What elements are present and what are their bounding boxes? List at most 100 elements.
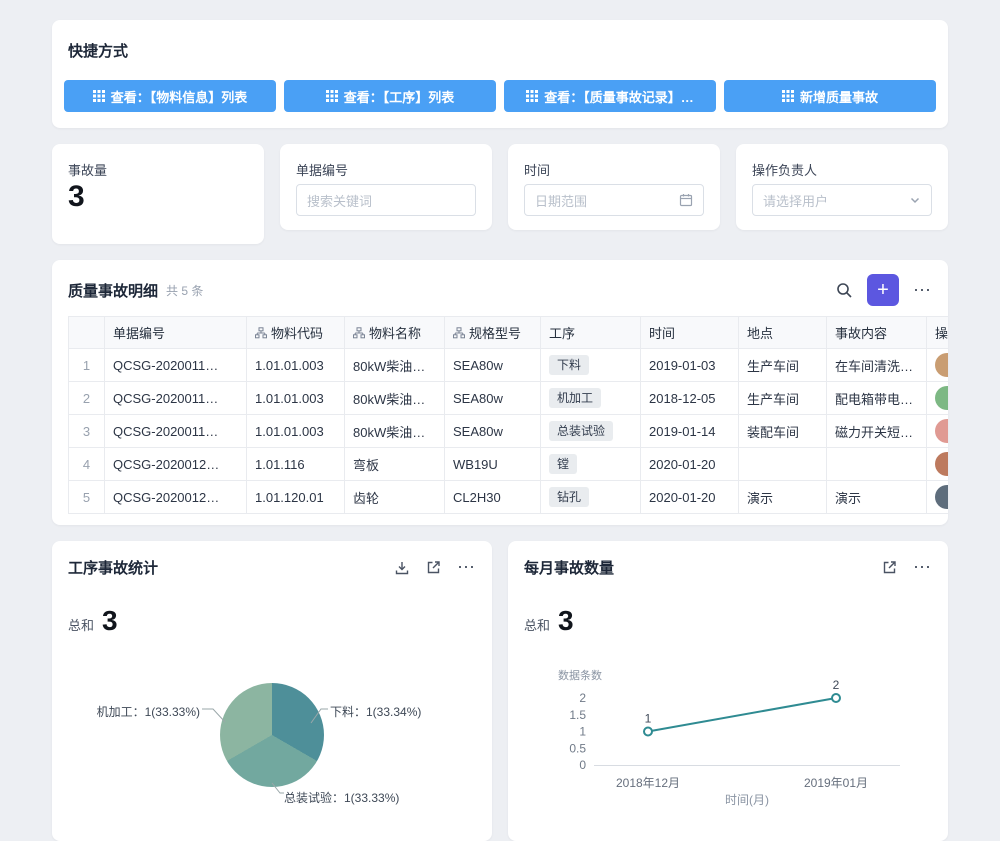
process-tag: 镗	[549, 454, 577, 474]
doc-no-placeholder: 搜索关键词	[307, 191, 465, 210]
doc-no-search-input[interactable]: 搜索关键词	[296, 184, 476, 216]
cell-index: 3	[69, 415, 105, 448]
process-stats-card: 工序事故统计 ⋯ 总和 3 机加工：1(33.33%) 下料：1(33.34%)…	[52, 541, 492, 841]
doc-no-label: 单据编号	[296, 160, 348, 179]
svg-text:2: 2	[833, 678, 840, 692]
pie-label-right: 下料：1(33.34%)	[330, 703, 421, 720]
accident-count-card: 事故量 3	[52, 144, 264, 244]
accident-count-label: 事故量	[68, 160, 107, 179]
add-record-button[interactable]: +	[867, 274, 899, 306]
cell-material-name: 80kW柴油…	[345, 349, 445, 382]
search-button[interactable]	[836, 282, 853, 299]
cell-spec: SEA80w	[445, 349, 541, 382]
shortcuts-card: 快捷方式 查看：【物料信息】列表 查看：【工序】列表 查看：【质量事故记录】… …	[52, 20, 948, 128]
table-scroll-area[interactable]: 单据编号物料代码物料名称规格型号工序时间地点事故内容操作负责人1QCSG-202…	[68, 316, 948, 516]
cell-process: 钻孔	[541, 481, 641, 514]
column-header[interactable]: 规格型号	[445, 317, 541, 349]
cell-material-name: 齿轮	[345, 481, 445, 514]
cell-content: 演示	[827, 481, 927, 514]
ellipsis-icon: ⋯	[913, 280, 932, 300]
line-chart[interactable]: 数据条数00.511.522018年12月2019年01月时间(月)12	[508, 541, 948, 841]
pie-more-button[interactable]: ⋯	[457, 557, 476, 578]
cell-process: 镗	[541, 448, 641, 481]
cell-index: 2	[69, 382, 105, 415]
date-range-input[interactable]: 日期范围	[524, 184, 704, 216]
cell-doc-no: QCSG-2020012…	[105, 481, 247, 514]
column-header[interactable]: 事故内容	[827, 317, 927, 349]
open-fullscreen-button[interactable]	[426, 560, 441, 575]
export-button[interactable]	[394, 560, 410, 576]
cell-time: 2020-01-20	[641, 481, 739, 514]
cell-owner	[927, 382, 949, 415]
cell-owner	[927, 448, 949, 481]
open-in-new-icon	[426, 560, 441, 575]
column-header[interactable]: 地点	[739, 317, 827, 349]
svg-text:2018年12月: 2018年12月	[616, 776, 680, 790]
column-header[interactable]: 操作负责人	[927, 317, 949, 349]
svg-text:1.5: 1.5	[569, 708, 586, 722]
shortcut-view-process-list-button[interactable]: 查看：【工序】列表	[284, 80, 496, 112]
cell-spec: SEA80w	[445, 415, 541, 448]
shortcut-label: 查看：【工序】列表	[344, 87, 455, 106]
cell-material-name: 80kW柴油…	[345, 415, 445, 448]
accident-count-value: 3	[68, 180, 85, 214]
avatar	[935, 419, 948, 443]
operator-select[interactable]: 请选择用户	[752, 184, 932, 216]
cell-content: 在车间清洗…	[827, 349, 927, 382]
table-row[interactable]: 4QCSG-2020012…1.01.116弯板WB19U镗2020-01-20	[69, 448, 949, 481]
cell-material-name: 80kW柴油…	[345, 382, 445, 415]
plus-icon: +	[877, 280, 889, 300]
download-icon	[394, 560, 410, 576]
cell-doc-no: QCSG-2020011…	[105, 349, 247, 382]
cell-place	[739, 448, 827, 481]
svg-text:2019年01月: 2019年01月	[804, 776, 868, 790]
cell-content: 配电箱带电…	[827, 382, 927, 415]
cell-material-code: 1.01.116	[247, 448, 345, 481]
column-header[interactable]	[69, 317, 105, 349]
shortcut-label: 查看：【物料信息】列表	[111, 87, 248, 106]
shortcut-add-accident-button[interactable]: 新增质量事故	[724, 80, 936, 112]
pie-card-actions: ⋯	[394, 557, 476, 578]
process-tag: 总装试验	[549, 421, 613, 441]
ellipsis-icon: ⋯	[457, 557, 476, 577]
cell-spec: CL2H30	[445, 481, 541, 514]
search-icon	[836, 282, 853, 299]
shortcut-buttons: 查看：【物料信息】列表 查看：【工序】列表 查看：【质量事故记录】… 新增质量事…	[64, 80, 936, 112]
svg-text:0.5: 0.5	[569, 741, 586, 755]
table-row[interactable]: 1QCSG-2020011…1.01.01.00380kW柴油…SEA80w下料…	[69, 349, 949, 382]
shortcuts-title: 快捷方式	[68, 40, 128, 61]
time-filter-card: 时间 日期范围	[508, 144, 720, 230]
pie-chart[interactable]	[220, 683, 324, 787]
cell-content	[827, 448, 927, 481]
process-tag: 钻孔	[549, 487, 589, 507]
column-header[interactable]: 单据编号	[105, 317, 247, 349]
pie-card-title: 工序事故统计	[68, 557, 158, 578]
svg-text:1: 1	[579, 725, 586, 739]
cell-place: 生产车间	[739, 349, 827, 382]
shortcut-label: 查看：【质量事故记录】…	[544, 87, 694, 106]
table-row[interactable]: 5QCSG-2020012…1.01.120.01齿轮CL2H30 钻孔 2020-…	[69, 481, 949, 514]
svg-text:时间(月): 时间(月)	[725, 793, 769, 807]
more-menu-button[interactable]: ⋯	[913, 280, 932, 301]
table-row[interactable]: 3QCSG-2020011…1.01.01.00380kW柴油…SEA80w总装…	[69, 415, 949, 448]
cell-material-code: 1.01.120.01	[247, 481, 345, 514]
cell-material-code: 1.01.01.003	[247, 415, 345, 448]
cell-index: 5	[69, 481, 105, 514]
column-header[interactable]: 物料名称	[345, 317, 445, 349]
cell-spec: SEA80w	[445, 382, 541, 415]
column-header[interactable]: 工序	[541, 317, 641, 349]
pie-total-value: 3	[102, 605, 118, 637]
shortcut-view-accident-records-button[interactable]: 查看：【质量事故记录】…	[504, 80, 716, 112]
table-row-count: 共 5 条	[166, 282, 203, 299]
table-row[interactable]: 2QCSG-2020011…1.01.01.00380kW柴油…SEA80w机加…	[69, 382, 949, 415]
grid-icon	[326, 90, 338, 102]
cell-process: 机加工	[541, 382, 641, 415]
pie-label-left: 机加工：1(33.33%)	[97, 703, 200, 720]
column-header[interactable]: 时间	[641, 317, 739, 349]
operator-filter-card: 操作负责人 请选择用户	[736, 144, 948, 230]
cell-doc-no: QCSG-2020011…	[105, 382, 247, 415]
shortcut-view-material-list-button[interactable]: 查看：【物料信息】列表	[64, 80, 276, 112]
avatar	[935, 353, 948, 377]
avatar	[935, 386, 948, 410]
column-header[interactable]: 物料代码	[247, 317, 345, 349]
